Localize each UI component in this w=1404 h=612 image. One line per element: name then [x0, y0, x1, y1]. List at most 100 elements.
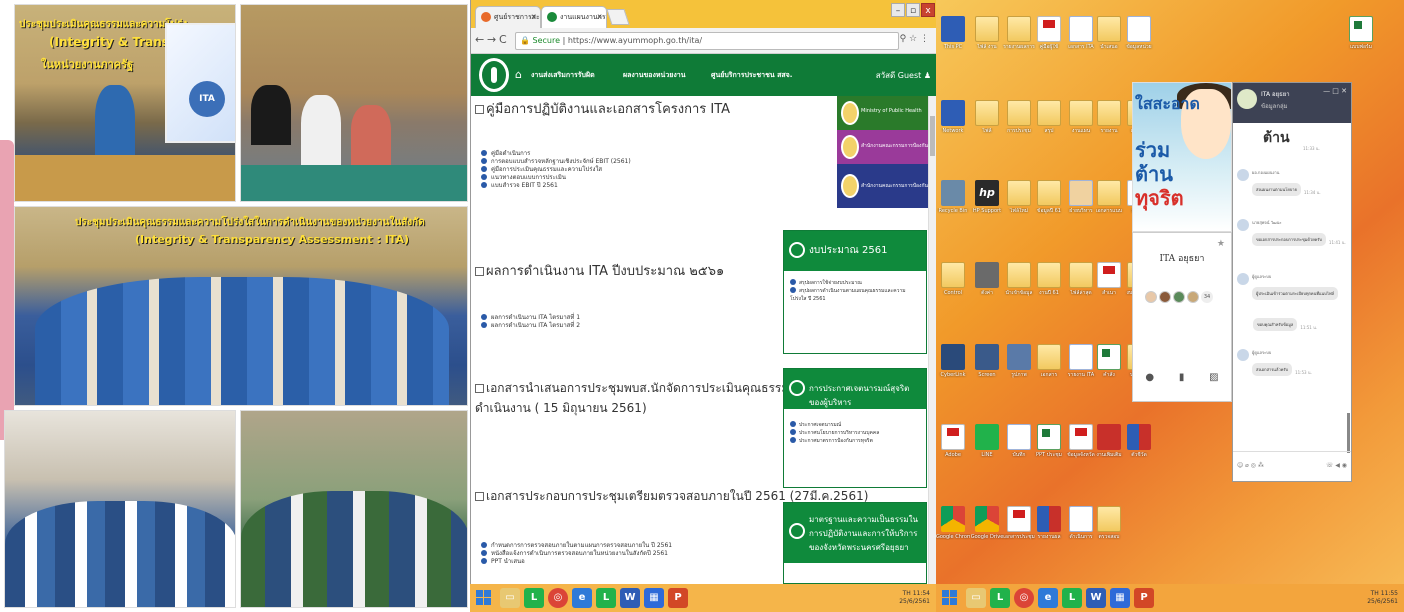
file-explorer-icon[interactable]: ▭: [966, 588, 986, 608]
reload-icon[interactable]: C: [499, 33, 507, 46]
sidebox-link[interactable]: ประกาศนโยบายการบริหารงานบุคคล: [790, 429, 920, 437]
desktop-icon[interactable]: เอกสารแนบ: [1092, 180, 1126, 214]
windows-start-icon[interactable]: [942, 590, 958, 606]
line-app-icon[interactable]: L: [524, 588, 544, 608]
desktop-icon[interactable]: ข้อมูลปี 61: [1032, 180, 1066, 214]
desktop-icon[interactable]: ไฟล์: [970, 100, 1004, 134]
nav-link-2[interactable]: ผลงานของหน่วยงาน: [623, 70, 686, 81]
doc-link[interactable]: กำหนดการการตรวจสอบภายในตามแผนการตรวจสอบภ…: [481, 542, 672, 550]
desktop-icon[interactable]: นำเข้าข้อมูล: [1002, 262, 1036, 296]
desktop-icon[interactable]: งานเพิ่มเติม: [1092, 424, 1126, 458]
windows-start-icon[interactable]: [476, 590, 492, 606]
nav-link-1[interactable]: งานส่งเสริมการรับผิด: [531, 70, 595, 81]
desktop-icon[interactable]: ไฟล์ งาน: [970, 16, 1004, 50]
desktop-icon[interactable]: สรุป: [1032, 100, 1066, 134]
desktop-icon[interactable]: คำสั่ง: [1092, 344, 1126, 378]
forward-icon[interactable]: →: [487, 33, 496, 46]
desktop-icon[interactable]: LINE: [970, 424, 1004, 458]
powerpoint-icon[interactable]: P: [1134, 588, 1154, 608]
paint-icon[interactable]: ▦: [644, 588, 664, 608]
desktop-icon[interactable]: รายงาน: [1092, 100, 1126, 134]
desktop-icon[interactable]: Adobe: [936, 424, 970, 458]
emoji-icon[interactable]: ☺ ⌀ ◎ ⁂: [1237, 462, 1264, 469]
close-button[interactable]: x: [921, 3, 935, 17]
sidebox-link[interactable]: ประกาศมาตรการป้องกันการทุจริต: [790, 437, 920, 445]
desktop-icon[interactable]: นำเสนอ: [1092, 16, 1126, 50]
desktop-icon[interactable]: ข้อมูลหน่วย: [1122, 16, 1156, 50]
file-explorer-icon[interactable]: ▭: [500, 588, 520, 608]
desktop-icon[interactable]: งานปี 61: [1032, 262, 1066, 296]
desktop-icon[interactable]: Recycle Bin: [936, 180, 970, 214]
powerpoint-icon[interactable]: P: [668, 588, 688, 608]
desktop-icon[interactable]: ตัวชี้วัด: [1122, 424, 1156, 458]
desktop-icon[interactable]: เอกสาร: [1032, 344, 1066, 378]
doc-link[interactable]: แนวทางตอบแบบการประเมิน: [481, 174, 631, 182]
desktop-icon[interactable]: บันทึก: [1002, 424, 1036, 458]
chat-input-bar[interactable]: ☺ ⌀ ◎ ⁂ ☏ ◀ ◉: [1233, 451, 1351, 481]
desktop-icon[interactable]: CyberLink: [936, 344, 970, 378]
ie-icon[interactable]: e: [1038, 588, 1058, 608]
desktop-icon[interactable]: คู่มือผู้ใช้: [1032, 16, 1066, 50]
paint-icon[interactable]: ▦: [1110, 588, 1130, 608]
desktop-icon[interactable]: Network: [936, 100, 970, 134]
desktop-icon[interactable]: Screen: [970, 344, 1004, 378]
close-icon[interactable]: x: [531, 7, 536, 27]
star-icon[interactable]: ★: [1217, 239, 1225, 249]
banner-moph[interactable]: Ministry of Public Health: [837, 96, 929, 130]
doc-link[interactable]: ผลการดำเนินงาน ITA ไตรมาสที่ 1: [481, 314, 580, 322]
word-icon[interactable]: W: [1086, 588, 1106, 608]
sidebox-link[interactable]: ประกาศเจตนารมณ์: [790, 421, 920, 429]
word-icon[interactable]: W: [620, 588, 640, 608]
doc-link[interactable]: หนังสือแจ้งการดำเนินการตรวจสอบภายในหน่วย…: [481, 550, 672, 558]
doc-link[interactable]: คู่มือการประเมินคุณธรรมและความโปร่งใส: [481, 166, 631, 174]
desktop-icon[interactable]: เอกสารประชุม: [1002, 506, 1036, 540]
minimize-button[interactable]: –: [891, 3, 905, 17]
new-tab-button[interactable]: [606, 9, 630, 25]
url-input[interactable]: 🔒 Secure | https://www.ayummoph.go.th/it…: [515, 32, 899, 50]
desktop-icon[interactable]: ตรวจสอบ: [1092, 506, 1126, 540]
doc-link[interactable]: การตอบแบบสำรวจหลักฐานเชิงประจักษ์ EBIT (…: [481, 158, 631, 166]
desktop-icon[interactable]: รายงานผลการ: [1002, 16, 1036, 50]
home-icon[interactable]: ⌂: [515, 68, 522, 81]
vertical-scrollbar[interactable]: [928, 96, 936, 584]
member-avatars[interactable]: 34: [1145, 291, 1213, 303]
desktop-icon[interactable]: hp HP Support: [970, 180, 1004, 214]
sidebox-link[interactable]: สรุปผลการใช้จ่ายงบประมาณ: [790, 279, 920, 287]
doc-link[interactable]: PPT นำเสนอ: [481, 558, 672, 566]
album-icon[interactable]: ▨: [1209, 372, 1218, 383]
sidebox-link[interactable]: สรุปผลการดำเนินงานตามแผนคุณธรรมและความโป…: [790, 287, 920, 303]
scrollbar-thumb[interactable]: [930, 116, 935, 156]
back-icon[interactable]: ←: [475, 33, 484, 46]
notes-icon[interactable]: ▮: [1179, 372, 1185, 383]
line-app-icon[interactable]: L: [990, 588, 1010, 608]
chat-scrollbar[interactable]: [1347, 413, 1350, 453]
banner-nacc[interactable]: สำนักงานคณะกรรมการป้องกันและปราบปรามการท…: [837, 130, 929, 164]
tab-1[interactable]: ศูนย์ราชการสะดวกได้ครับ x: [475, 6, 541, 28]
system-tray[interactable]: TH 11:54 25/6/2561: [899, 590, 930, 606]
system-tray[interactable]: TH 11:55 25/6/2561: [1367, 590, 1398, 606]
desktop-icon[interactable]: แบบฟอร์ม: [1344, 16, 1378, 50]
chrome-icon[interactable]: ◎: [548, 588, 568, 608]
chat-bubble-icon[interactable]: ●: [1145, 372, 1154, 383]
desktop-icon[interactable]: ตั้งค่า: [970, 262, 1004, 296]
desktop-icon[interactable]: Google Drive: [970, 506, 1004, 540]
user-greeting[interactable]: สวัสดี Guest ♟: [876, 69, 931, 82]
window-controls[interactable]: — □ ✕: [1323, 87, 1347, 95]
ie-icon[interactable]: e: [572, 588, 592, 608]
doc-link[interactable]: แบบสำรวจ EBIT ปี 2561: [481, 182, 631, 190]
maximize-button[interactable]: ▫: [906, 3, 920, 17]
call-icon[interactable]: ☏ ◀ ◉: [1326, 462, 1347, 469]
desktop-icon[interactable]: Control: [936, 262, 970, 296]
doc-link[interactable]: คู่มือดำเนินการ: [481, 150, 631, 158]
chat-messages[interactable]: ต้าน 11:33 น. ผอ.กองแผนงาน ส่งแผนงานตามนโ…: [1233, 123, 1351, 453]
bookmark-star-icon[interactable]: ⚲ ☆ ⋮: [900, 34, 929, 44]
desktop-icon[interactable]: สำเนา: [1092, 262, 1126, 296]
desktop-icon[interactable]: ไฟล์ใหม่: [1002, 180, 1036, 214]
desktop-icon[interactable]: รูปภาพ: [1002, 344, 1036, 378]
banner-pacc[interactable]: สำนักงานคณะกรรมการป้องกันและปราบปรามการท…: [837, 164, 929, 208]
tab-2[interactable]: งานแผนงานกรมสุข...เข้าถึง x: [541, 6, 607, 28]
desktop-icon[interactable]: PPT ประชุม: [1032, 424, 1066, 458]
desktop-icon[interactable]: This PC: [936, 16, 970, 50]
line-app-icon[interactable]: L: [596, 588, 616, 608]
doc-link[interactable]: ผลการดำเนินงาน ITA ไตรมาสที่ 2: [481, 322, 580, 330]
